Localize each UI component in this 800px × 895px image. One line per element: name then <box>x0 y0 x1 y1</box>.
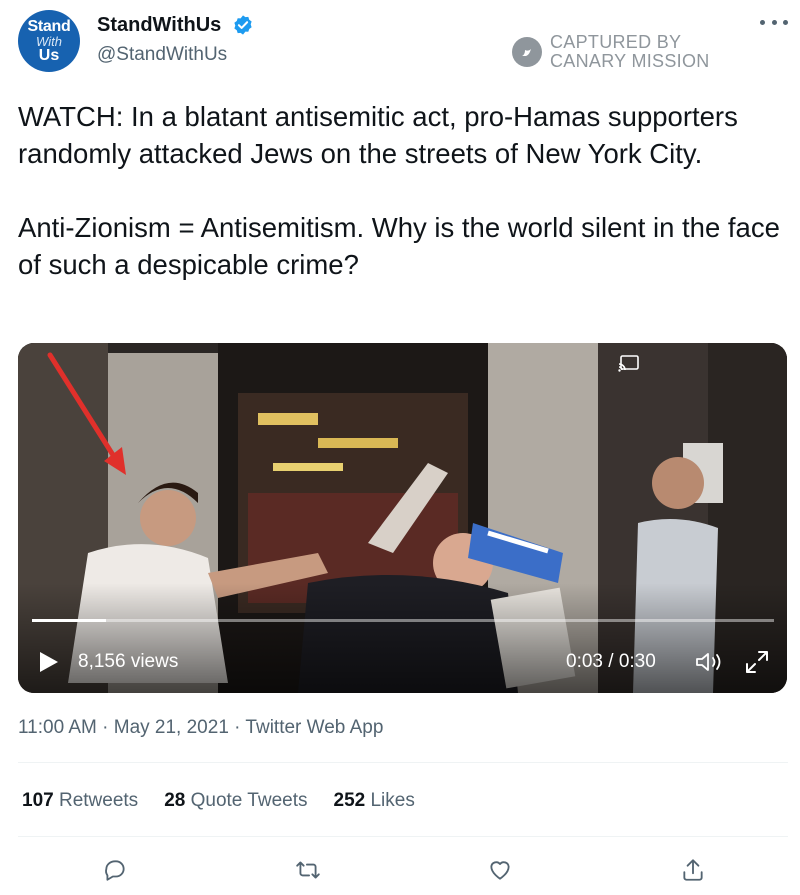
quote-tweets-label: Quote Tweets <box>190 790 308 811</box>
likes-label: Likes <box>370 790 415 811</box>
watermark-text: CAPTURED BY CANARY MISSION <box>550 33 710 71</box>
video-progress-bar[interactable] <box>32 619 774 622</box>
more-options-icon[interactable] <box>760 12 788 32</box>
like-icon <box>490 861 510 880</box>
share-button[interactable] <box>676 853 710 887</box>
quote-tweets-count: 28 <box>164 790 186 811</box>
retweets-count: 107 <box>22 790 54 811</box>
play-icon[interactable] <box>38 650 60 674</box>
avatar[interactable]: Stand With Us <box>18 10 80 72</box>
action-bar <box>0 853 800 887</box>
avatar-text-us: Us <box>38 46 60 64</box>
handle[interactable]: @StandWithUs <box>97 44 227 66</box>
tweet-timestamp[interactable]: 11:00 AM · May 21, 2021 · Twitter Web Ap… <box>18 717 383 739</box>
retweets-stat[interactable]: 107 Retweets <box>22 790 138 812</box>
tweet-paragraph-1: WATCH: In a blatant antisemitic act, pro… <box>18 101 738 169</box>
retweet-icon <box>296 861 320 879</box>
video-progress-fill <box>32 619 107 622</box>
verified-badge-icon <box>234 15 252 35</box>
retweet-button[interactable] <box>291 853 325 887</box>
divider <box>18 762 788 763</box>
avatar-text-with: With <box>36 33 62 49</box>
video-time: 0:03 / 0:30 <box>566 651 656 672</box>
retweets-label: Retweets <box>58 790 139 811</box>
video-frame <box>18 343 787 693</box>
likes-stat[interactable]: 252 Likes <box>334 790 415 812</box>
video-views: 8,156 views <box>78 651 179 672</box>
cast-icon[interactable] <box>618 355 640 373</box>
fullscreen-icon[interactable] <box>744 649 770 675</box>
likes-count: 252 <box>333 790 366 811</box>
engagement-stats: 107 Retweets 28 Quote Tweets 252 Likes <box>22 790 441 812</box>
reply-icon <box>105 860 125 881</box>
volume-icon[interactable] <box>694 650 724 674</box>
quote-tweets-stat[interactable]: 28 Quote Tweets <box>164 790 307 812</box>
watermark-line2: CANARY MISSION <box>550 51 710 71</box>
like-button[interactable] <box>483 853 517 887</box>
display-name[interactable]: StandWithUs <box>97 14 221 37</box>
tweet-card: Stand With Us StandWithUs @StandWithUs C… <box>0 0 800 895</box>
reply-button[interactable] <box>98 853 132 887</box>
divider <box>18 836 788 837</box>
tweet-text: WATCH: In a blatant antisemitic act, pro… <box>18 98 788 283</box>
watermark: CAPTURED BY CANARY MISSION <box>512 33 710 71</box>
watermark-line1: CAPTURED BY <box>550 32 682 52</box>
tweet-paragraph-2: Anti-Zionism = Antisemitism. Why is the … <box>18 212 780 280</box>
share-icon <box>683 859 703 881</box>
avatar-text-stand: Stand <box>27 17 71 35</box>
video-player[interactable]: 8,156 views 0:03 / 0:30 <box>18 343 787 693</box>
canary-seal-icon <box>512 37 542 67</box>
